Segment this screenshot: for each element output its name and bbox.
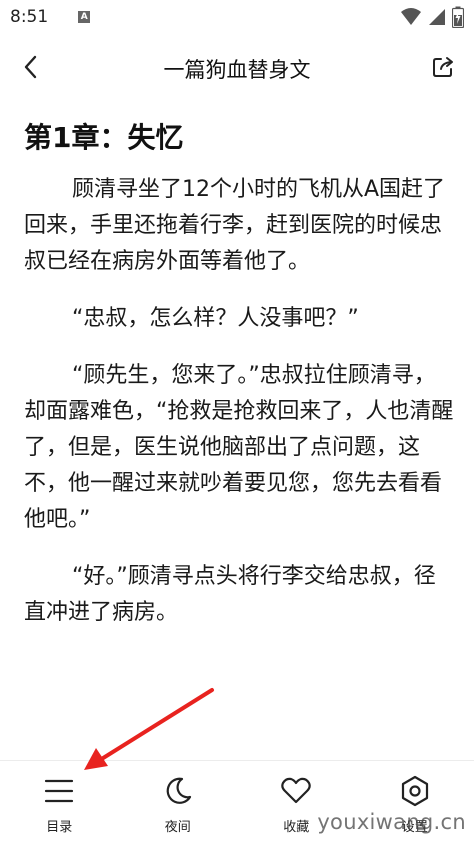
menu-list-icon: [43, 775, 75, 807]
chapter-content[interactable]: 第1章：失忆 顾清寻坐了12个小时的飞机从A国赶了回来，手里还拖着行李，赶到医院…: [24, 118, 454, 750]
signal-icon: [428, 7, 446, 31]
book-title: 一篇狗血替身文: [163, 58, 311, 82]
settings-icon: [399, 775, 431, 807]
paragraph: “好。”顾清寻点头将行李交给忠叔，径直冲进了病房。: [24, 564, 436, 625]
status-bar: 8:51 A: [0, 0, 474, 34]
watermark: youxiwang.cn: [317, 810, 466, 834]
paragraph: “忠叔，怎么样？人没事吧？”: [72, 306, 359, 331]
heart-icon: [280, 775, 312, 807]
status-icons: [400, 6, 465, 32]
status-time: 8:51: [10, 7, 49, 27]
app-notification-icon: A: [78, 11, 91, 23]
chapter-title: 第1章：失忆: [24, 121, 184, 154]
battery-icon: [451, 6, 465, 32]
back-button[interactable]: [14, 52, 48, 86]
chevron-left-icon: [21, 54, 41, 84]
moon-icon: [162, 775, 194, 807]
share-button[interactable]: [426, 52, 460, 86]
wifi-icon: [400, 7, 422, 31]
paragraph: 顾清寻坐了12个小时的飞机从A国赶了回来，手里还拖着行李，赶到医院的时候忠叔已经…: [24, 177, 446, 274]
favorite-label: 收藏: [283, 820, 310, 835]
share-icon: [431, 55, 455, 83]
night-mode-button[interactable]: 夜间: [119, 761, 238, 842]
night-mode-label: 夜间: [164, 820, 191, 835]
paragraph: “顾先生，您来了。”忠叔拉住顾清寻，却面露难色，“抢救是抢救回来了，人也清醒了，…: [24, 363, 454, 532]
catalog-button[interactable]: 目录: [0, 761, 119, 842]
catalog-label: 目录: [46, 820, 73, 835]
reader-header: 一篇狗血替身文: [0, 40, 474, 96]
